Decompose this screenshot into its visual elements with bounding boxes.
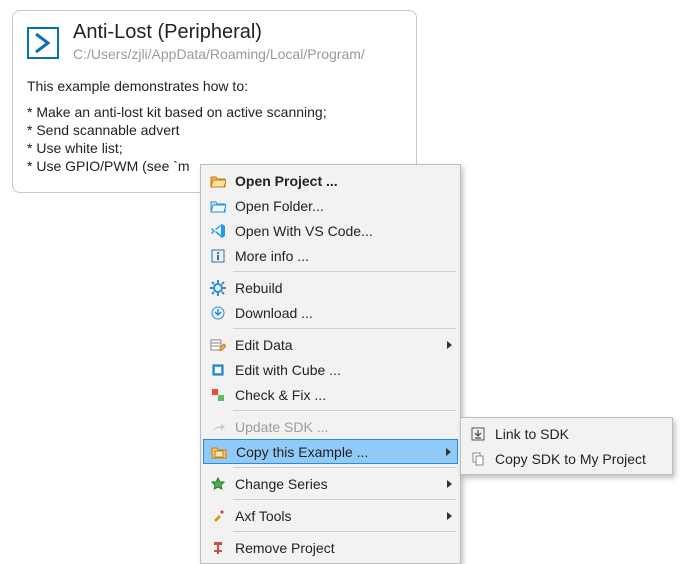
card-title-block: Anti-Lost (Peripheral) C:/Users/zjli/App…	[73, 21, 365, 62]
folder-icon	[208, 442, 230, 462]
menu-label: Change Series	[235, 476, 438, 492]
menu-open-folder[interactable]: Open Folder...	[203, 193, 458, 218]
menu-separator	[233, 328, 456, 329]
menu-change-series[interactable]: Change Series	[203, 471, 458, 496]
card-path: C:/Users/zjli/AppData/Roaming/Local/Prog…	[73, 46, 365, 62]
menu-edit-cube[interactable]: Edit with Cube ...	[203, 357, 458, 382]
menu-check-fix[interactable]: Check & Fix ...	[203, 382, 458, 407]
example-icon	[25, 25, 61, 61]
card-bullet: * Send scannable advert	[27, 122, 402, 138]
menu-axf-tools[interactable]: Axf Tools	[203, 503, 458, 528]
chevron-right-icon	[446, 448, 451, 456]
menu-label: Open Project ...	[235, 173, 438, 189]
card-bullet: * Use white list;	[27, 140, 402, 156]
folder-icon	[207, 196, 229, 216]
menu-label: Remove Project	[235, 540, 438, 556]
menu-edit-data[interactable]: Edit Data	[203, 332, 458, 357]
card-intro: This example demonstrates how to:	[27, 78, 402, 94]
gear-icon	[207, 278, 229, 298]
menu-separator	[233, 499, 456, 500]
menu-label: More info ...	[235, 248, 438, 264]
menu-label: Edit with Cube ...	[235, 362, 438, 378]
card-bullet: * Make an anti-lost kit based on active …	[27, 104, 402, 120]
menu-label: Rebuild	[235, 280, 438, 296]
menu-download[interactable]: Download ...	[203, 300, 458, 325]
menu-open-project[interactable]: Open Project ...	[203, 168, 458, 193]
menu-label: Open With VS Code...	[235, 223, 438, 239]
context-submenu: Link to SDK Copy SDK to My Project	[460, 417, 673, 475]
menu-label: Edit Data	[235, 337, 438, 353]
star-icon	[207, 474, 229, 494]
menu-label: Update SDK ...	[235, 419, 438, 435]
menu-separator	[233, 271, 456, 272]
submenu-link-sdk[interactable]: Link to SDK	[463, 421, 670, 446]
menu-label: Check & Fix ...	[235, 387, 438, 403]
menu-separator	[233, 531, 456, 532]
menu-open-vscode[interactable]: Open With VS Code...	[203, 218, 458, 243]
remove-icon	[207, 538, 229, 558]
menu-label: Copy this Example ...	[236, 444, 437, 460]
chevron-right-icon	[447, 512, 452, 520]
edit-data-icon	[207, 335, 229, 355]
tools-icon	[207, 506, 229, 526]
link-icon	[467, 424, 489, 444]
menu-label: Link to SDK	[495, 426, 650, 442]
menu-remove-project[interactable]: Remove Project	[203, 535, 458, 560]
menu-label: Download ...	[235, 305, 438, 321]
copy-icon	[467, 449, 489, 469]
chevron-right-icon	[447, 480, 452, 488]
info-icon	[207, 246, 229, 266]
cube-icon	[207, 360, 229, 380]
menu-update-sdk: Update SDK ...	[203, 414, 458, 439]
menu-rebuild[interactable]: Rebuild	[203, 275, 458, 300]
puzzle-icon	[207, 385, 229, 405]
chevron-right-icon	[447, 341, 452, 349]
share-icon	[207, 417, 229, 437]
menu-separator	[233, 410, 456, 411]
card-title: Anti-Lost (Peripheral)	[73, 21, 365, 44]
download-icon	[207, 303, 229, 323]
card-body: This example demonstrates how to: * Make…	[13, 68, 416, 174]
menu-label: Copy SDK to My Project	[495, 451, 650, 467]
context-menu: Open Project ... Open Folder... Open Wit…	[200, 164, 461, 564]
menu-copy-example[interactable]: Copy this Example ...	[203, 439, 458, 464]
vscode-icon	[207, 221, 229, 241]
card-header: Anti-Lost (Peripheral) C:/Users/zjli/App…	[13, 11, 416, 68]
folder-open-icon	[207, 171, 229, 191]
menu-label: Open Folder...	[235, 198, 438, 214]
menu-more-info[interactable]: More info ...	[203, 243, 458, 268]
submenu-copy-sdk[interactable]: Copy SDK to My Project	[463, 446, 670, 471]
menu-separator	[233, 467, 456, 468]
menu-label: Axf Tools	[235, 508, 438, 524]
